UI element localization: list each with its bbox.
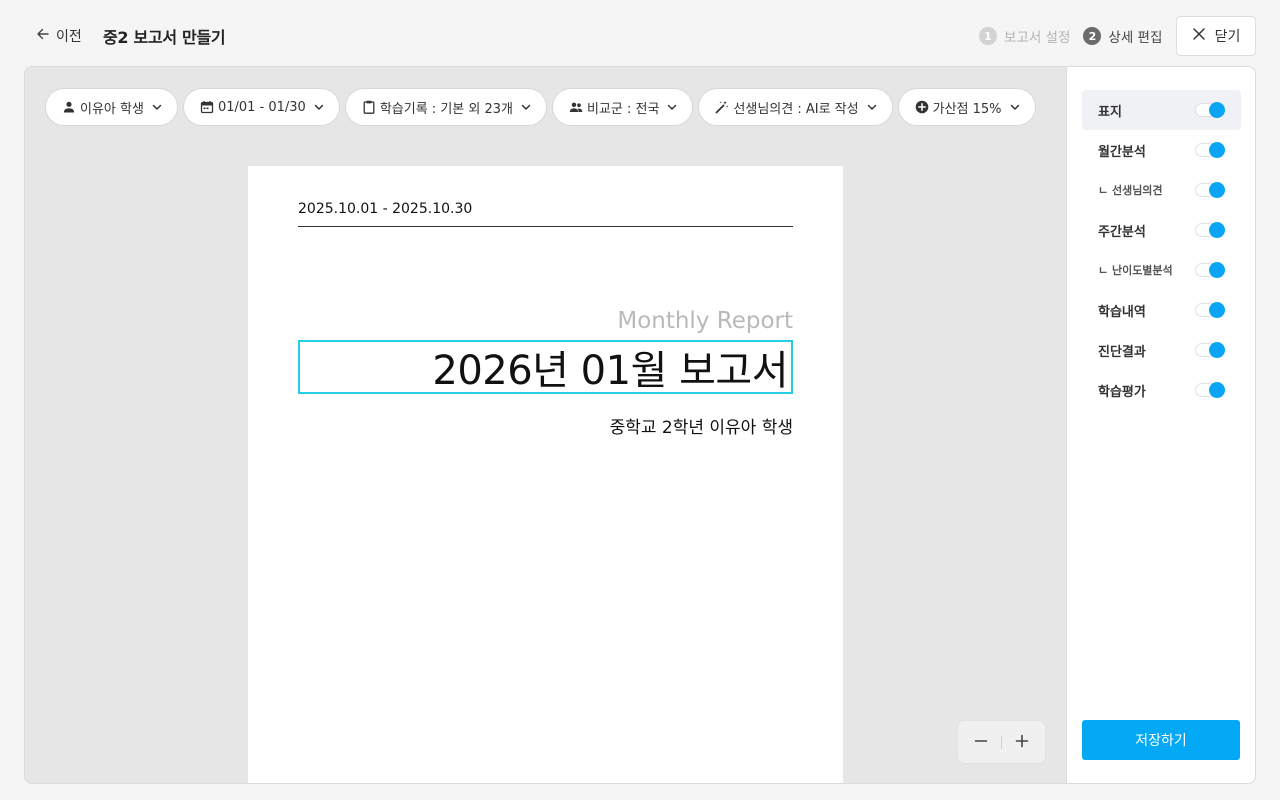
close-icon — [1192, 27, 1206, 45]
section-toggle[interactable] — [1195, 302, 1225, 318]
calendar-icon — [200, 100, 214, 114]
filter-label: 01/01 - 01/30 — [217, 99, 306, 115]
filter-label: 이유아 학생 — [80, 101, 144, 117]
zoom-in-button[interactable] — [1008, 728, 1036, 756]
section-toggle[interactable] — [1195, 342, 1225, 358]
step-indicator: 1 보고서 설정 2 상세 편집 — [979, 25, 1162, 47]
step-label: 상세 편집 — [1108, 30, 1163, 46]
plus-icon — [1015, 733, 1029, 752]
report-period: 2025.10.01 - 2025.10.30 — [298, 201, 793, 227]
section-item-weekly-analysis[interactable]: 주간분석 — [1082, 210, 1241, 250]
chevron-down-icon — [151, 101, 163, 113]
chevron-down-icon — [1009, 101, 1021, 113]
chevron-down-icon — [520, 101, 532, 113]
section-item-teacher-comment[interactable]: ㄴ 선생님의견 — [1082, 170, 1241, 210]
divider — [1001, 735, 1002, 749]
section-toggle[interactable] — [1195, 382, 1225, 398]
step-number: 2 — [1083, 27, 1102, 45]
person-icon — [62, 100, 76, 114]
filter-student[interactable]: 이유아 학생 — [45, 88, 178, 126]
filter-teacher-comment[interactable]: 선생님의견 : AI로 작성 — [698, 88, 893, 126]
section-list: 표지 월간분석 ㄴ 선생님의견 주간분석 ㄴ 난이도별분석 학습내역 진단결과 — [1082, 90, 1241, 410]
section-toggle[interactable] — [1195, 262, 1225, 278]
filter-label: 선생님의견 : AI로 작성 — [733, 101, 859, 117]
zoom-out-button[interactable] — [967, 728, 995, 756]
report-page: 2025.10.01 - 2025.10.30 Monthly Report 2… — [248, 166, 843, 783]
chevron-down-icon — [313, 101, 325, 113]
step-number: 1 — [979, 27, 997, 45]
section-label: 진단결과 — [1098, 344, 1146, 360]
close-button[interactable]: 닫기 — [1176, 16, 1256, 56]
chevron-down-icon — [666, 101, 678, 113]
zoom-controls — [957, 720, 1046, 764]
magic-wand-icon — [715, 100, 729, 114]
filter-label: 가산점 15% — [932, 101, 1002, 117]
section-label: 학습내역 — [1098, 304, 1146, 320]
back-label: 이전 — [56, 29, 82, 45]
section-toggle[interactable] — [1195, 102, 1225, 118]
editor-canvas: 이유아 학생 01/01 - 01/30 학습기록 : 기본 외 23개 비교군… — [24, 66, 1066, 784]
filter-bonus-points[interactable]: 가산점 15% — [897, 88, 1036, 126]
report-student: 중학교 2학년 이유아 학생 — [609, 418, 793, 438]
arrow-left-icon — [36, 27, 50, 45]
header: 이전 중2 보고서 만들기 1 보고서 설정 2 상세 편집 닫기 — [0, 0, 1280, 72]
section-label: 주간분석 — [1098, 224, 1146, 240]
plus-circle-icon — [915, 100, 929, 114]
section-item-diagnosis[interactable]: 진단결과 — [1082, 330, 1241, 370]
section-item-evaluation[interactable]: 학습평가 — [1082, 370, 1241, 410]
step-label: 보고서 설정 — [1004, 30, 1071, 46]
minus-icon — [974, 733, 988, 752]
section-sidebar: 표지 월간분석 ㄴ 선생님의견 주간분석 ㄴ 난이도별분석 학습내역 진단결과 — [1066, 66, 1256, 784]
close-label: 닫기 — [1214, 29, 1241, 45]
save-button[interactable]: 저장하기 — [1082, 720, 1240, 760]
section-item-monthly-analysis[interactable]: 월간분석 — [1082, 130, 1241, 170]
filter-label: 학습기록 : 기본 외 23개 — [379, 101, 513, 117]
section-label: 학습평가 — [1098, 384, 1146, 400]
filter-comparison-group[interactable]: 비교군 : 전국 — [551, 88, 694, 126]
filter-bar: 이유아 학생 01/01 - 01/30 학습기록 : 기본 외 23개 비교군… — [45, 88, 1036, 126]
step-settings: 1 보고서 설정 — [979, 26, 1070, 46]
back-button[interactable]: 이전 — [36, 25, 82, 47]
filter-label: 비교군 : 전국 — [586, 101, 660, 117]
section-label: ㄴ 난이도별분석 — [1098, 264, 1173, 277]
report-title-editable[interactable]: 2026년 01월 보고서 — [298, 340, 793, 394]
step-detail-edit: 2 상세 편집 — [1083, 26, 1162, 46]
chevron-down-icon — [866, 101, 878, 113]
section-label: 월간분석 — [1098, 144, 1146, 160]
filter-date-range[interactable]: 01/01 - 01/30 — [182, 88, 340, 126]
section-item-cover[interactable]: 표지 — [1082, 90, 1241, 130]
page-title: 중2 보고서 만들기 — [103, 28, 226, 47]
report-title: 2026년 01월 보고서 — [432, 348, 788, 394]
section-label: 표지 — [1098, 104, 1122, 120]
section-toggle[interactable] — [1195, 182, 1225, 198]
section-label: ㄴ 선생님의견 — [1098, 184, 1163, 197]
report-subtitle: Monthly Report — [617, 308, 793, 334]
section-item-difficulty-analysis[interactable]: ㄴ 난이도별분석 — [1082, 250, 1241, 290]
filter-study-records[interactable]: 학습기록 : 기본 외 23개 — [344, 88, 547, 126]
group-icon — [569, 100, 583, 114]
clipboard-icon — [362, 100, 376, 114]
section-toggle[interactable] — [1195, 222, 1225, 238]
section-item-study-history[interactable]: 학습내역 — [1082, 290, 1241, 330]
section-toggle[interactable] — [1195, 142, 1225, 158]
